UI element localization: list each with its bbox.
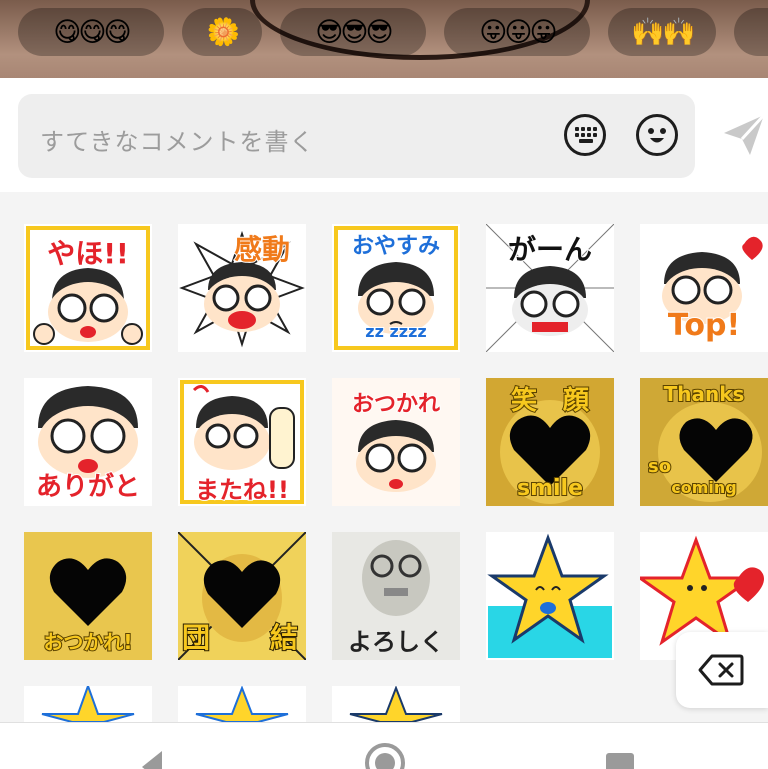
sticker-thanks[interactable]: Thanks so coming: [640, 378, 768, 506]
keyboard-icon[interactable]: [564, 114, 606, 156]
sticker-thanks-bottom: coming: [670, 477, 737, 498]
reaction-pill-cool[interactable]: 😎😎😎: [280, 8, 426, 56]
sticker-matane[interactable]: またね!!: [178, 378, 306, 506]
sticker-otsukare[interactable]: おつかれ: [332, 378, 460, 506]
reaction-pill-yum[interactable]: 😋😋😋: [18, 8, 164, 56]
sticker-arigato-label: ありがと: [35, 471, 141, 503]
sticker-star-hi[interactable]: [24, 686, 152, 722]
hands-emoji: 🙌🙌: [631, 17, 695, 48]
sticker-smile-top: 笑 顔: [510, 385, 590, 417]
sticker-top-label: Top!: [667, 307, 741, 344]
sticker-gaan[interactable]: がーん: [486, 224, 614, 352]
comment-bar: すてきなコメントを書く: [0, 78, 768, 192]
sticker-star-sad-art: [487, 533, 612, 658]
sticker-star-3[interactable]: [332, 686, 460, 722]
sticker-yoroshiku-label: よろしく: [348, 628, 444, 656]
sticker-star-3-art: [349, 686, 443, 722]
sticker-yaho[interactable]: やほ!!: [24, 224, 152, 352]
reaction-pill-tongue[interactable]: 😛😛😛: [444, 8, 590, 56]
tongue-emoji: 😛😛😛: [479, 16, 557, 48]
home-circle-icon[interactable]: [363, 723, 407, 769]
sticker-danketsu-left: 団: [181, 620, 211, 655]
sticker-thanks-mid: so: [647, 455, 672, 478]
sticker-top[interactable]: Top!: [640, 224, 768, 352]
comment-placeholder: すてきなコメントを書く: [40, 128, 315, 156]
sticker-smile[interactable]: 笑 顔 smile: [486, 378, 614, 506]
daisy-emoji: 🌼: [206, 17, 241, 48]
sticker-yoroshiku[interactable]: よろしく: [332, 532, 460, 660]
send-icon[interactable]: [720, 111, 768, 159]
yum-emoji: 😋😋😋: [53, 16, 131, 48]
reaction-pill-daisy[interactable]: 🌼: [182, 8, 262, 56]
sticker-danketsu-right: 結: [269, 620, 299, 655]
sticker-kando-label: 感動: [233, 232, 291, 267]
sticker-otsukare-photo-label: おつかれ!: [42, 629, 133, 655]
sticker-otsukare-label: おつかれ: [351, 391, 441, 418]
sticker-star-2[interactable]: [178, 686, 306, 722]
backspace-icon: [698, 654, 744, 686]
sticker-smile-bottom: smile: [516, 475, 584, 502]
sticker-gaan-label: がーん: [507, 232, 593, 267]
back-triangle-icon[interactable]: [132, 723, 172, 769]
sticker-oyasumi-zz: zz zzzz: [364, 321, 427, 342]
sticker-kando[interactable]: 感動: [178, 224, 306, 352]
sticker-yaho-label: やほ!!: [46, 236, 130, 271]
system-nav-bar: [0, 722, 768, 769]
recents-square-icon[interactable]: [600, 723, 640, 769]
sticker-oyasumi[interactable]: おやすみ zz zzzz: [332, 224, 460, 352]
sticker-thanks-top: Thanks: [663, 381, 746, 407]
reaction-bar: 😋😋😋 🌼 😎😎😎 😛😛😛 🙌🙌: [0, 0, 768, 78]
sticker-otsukare-photo[interactable]: おつかれ!: [24, 532, 152, 660]
sticker-danketsu[interactable]: 団 結: [178, 532, 306, 660]
sticker-star-sad[interactable]: [486, 532, 614, 660]
reaction-pill-more[interactable]: [734, 8, 768, 56]
sticker-star-hi-art: [41, 686, 135, 722]
sticker-star-2-art: [195, 686, 289, 722]
sticker-oyasumi-label: おやすみ: [351, 233, 441, 260]
backspace-button[interactable]: [676, 632, 768, 708]
sticker-matane-label: またね!!: [194, 475, 290, 505]
comment-input[interactable]: すてきなコメントを書く: [18, 94, 695, 178]
cool-emoji: 😎😎😎: [315, 16, 393, 48]
sticker-arigato[interactable]: ありがと: [24, 378, 152, 506]
reaction-pill-hands[interactable]: 🙌🙌: [608, 8, 716, 56]
smiley-icon[interactable]: [636, 114, 678, 156]
